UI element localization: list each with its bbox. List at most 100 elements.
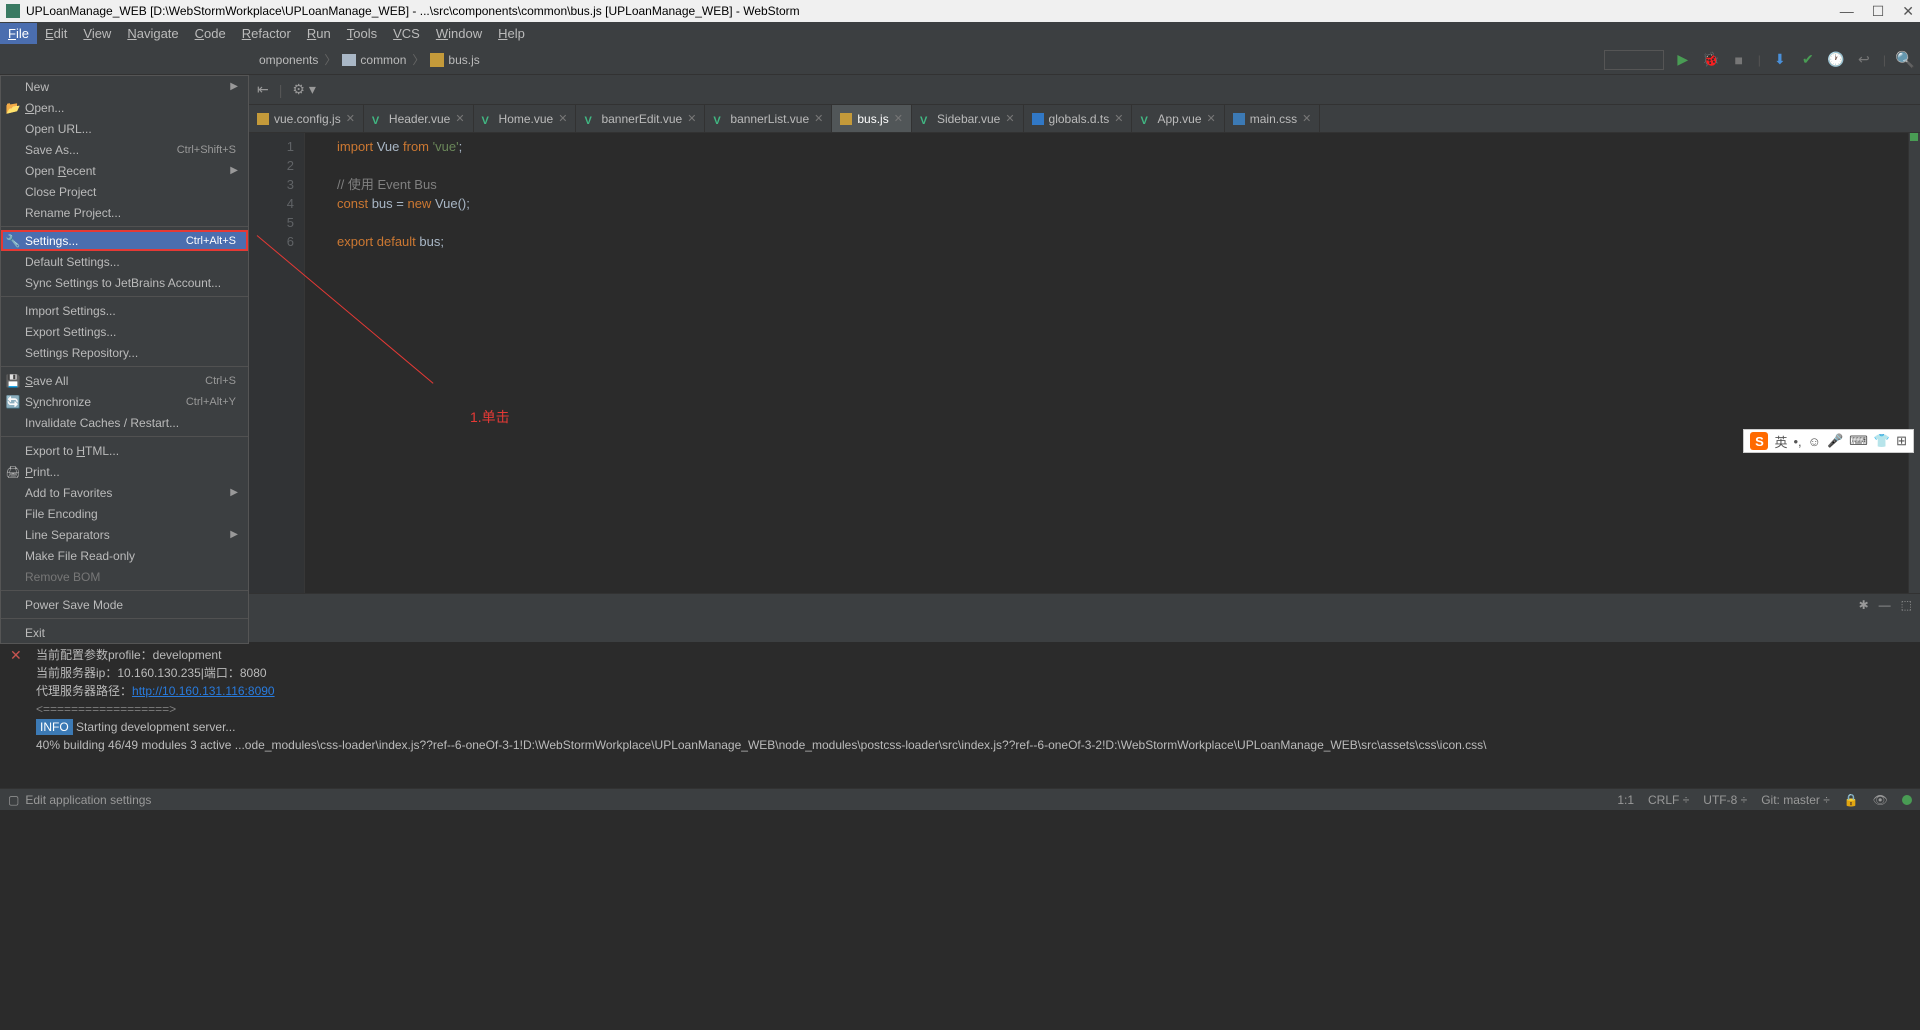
file-menu-item[interactable]: Import Settings... bbox=[1, 300, 248, 321]
vue-file-icon bbox=[713, 113, 725, 125]
tab-close-icon[interactable]: ✕ bbox=[1005, 112, 1014, 125]
inspections-icon[interactable]: 👁 bbox=[1873, 793, 1888, 807]
menu-run[interactable]: Run bbox=[299, 23, 339, 44]
caret-position[interactable]: 1:1 bbox=[1617, 793, 1634, 807]
gear-icon[interactable]: ⚙ ▾ bbox=[292, 81, 315, 98]
file-menu-item[interactable]: Add to Favorites▶ bbox=[1, 482, 248, 503]
file-menu-item[interactable]: Save As...Ctrl+Shift+S bbox=[1, 139, 248, 160]
breadcrumb-item[interactable]: common bbox=[338, 53, 410, 67]
file-menu-item[interactable]: 🔧Settings...Ctrl+Alt+S bbox=[1, 230, 248, 251]
menu-view[interactable]: View bbox=[75, 23, 119, 44]
vcs-revert-icon[interactable]: ↩ bbox=[1855, 51, 1873, 69]
close-button[interactable]: ✕ bbox=[1902, 3, 1914, 20]
menu-navigate[interactable]: Navigate bbox=[119, 23, 186, 44]
vcs-commit-icon[interactable]: ✔ bbox=[1799, 51, 1817, 69]
file-menu-item[interactable]: Sync Settings to JetBrains Account... bbox=[1, 272, 248, 293]
ime-skin-icon[interactable]: 👕 bbox=[1874, 433, 1890, 449]
editor-tab[interactable]: globals.d.ts✕ bbox=[1024, 105, 1133, 132]
run-config-dropdown[interactable] bbox=[1604, 50, 1664, 70]
editor-tab[interactable]: vue.config.js✕ bbox=[249, 105, 364, 132]
proxy-url-link[interactable]: http://10.160.131.116:8090 bbox=[132, 684, 275, 698]
file-menu-item[interactable]: Exit bbox=[1, 622, 248, 643]
minimize-button[interactable]: — bbox=[1840, 3, 1854, 20]
file-menu-item[interactable]: Open URL... bbox=[1, 118, 248, 139]
file-menu-item[interactable]: Close Project bbox=[1, 181, 248, 202]
line-separator[interactable]: CRLF ÷ bbox=[1648, 793, 1689, 807]
editor-tab[interactable]: bannerList.vue✕ bbox=[705, 105, 832, 132]
term-line: INFO Starting development server... bbox=[36, 718, 1912, 736]
breadcrumb-item[interactable]: omponents bbox=[255, 53, 322, 67]
tab-close-icon[interactable]: ✕ bbox=[1114, 112, 1123, 125]
menu-item-icon: 🖨 bbox=[5, 465, 21, 479]
lock-icon[interactable]: 🔒 bbox=[1844, 793, 1859, 807]
terminal-stop-icon[interactable]: ✕ bbox=[10, 646, 22, 664]
file-menu-item[interactable]: File Encoding bbox=[1, 503, 248, 524]
file-menu-item[interactable]: Export to HTML... bbox=[1, 440, 248, 461]
menu-file[interactable]: File bbox=[0, 23, 37, 44]
editor-tab[interactable]: main.css✕ bbox=[1225, 105, 1321, 132]
code-area[interactable]: import Vue from 'vue'; // 使用 Event Busco… bbox=[305, 133, 1908, 593]
file-menu-item[interactable]: Rename Project... bbox=[1, 202, 248, 223]
file-menu-item[interactable]: Make File Read-only bbox=[1, 545, 248, 566]
collapse-icon[interactable]: ⇤ bbox=[257, 81, 269, 98]
search-icon[interactable]: 🔍 bbox=[1896, 51, 1914, 69]
menu-help[interactable]: Help bbox=[490, 23, 533, 44]
terminal-output[interactable]: ✕ 当前配置参数profile：development 当前服务器ip：10.1… bbox=[0, 642, 1920, 788]
editor-tab[interactable]: Home.vue✕ bbox=[474, 105, 577, 132]
vcs-update-icon[interactable]: ⬇ bbox=[1771, 51, 1789, 69]
editor-tab[interactable]: Sidebar.vue✕ bbox=[912, 105, 1024, 132]
status-indicator bbox=[1902, 795, 1912, 805]
tab-close-icon[interactable]: ✕ bbox=[455, 112, 464, 125]
tab-close-icon[interactable]: ✕ bbox=[558, 112, 567, 125]
file-menu-item[interactable]: 🖨Print... bbox=[1, 461, 248, 482]
stop-icon[interactable]: ■ bbox=[1730, 51, 1748, 69]
tab-close-icon[interactable]: ✕ bbox=[814, 112, 823, 125]
editor[interactable]: 123456 import Vue from 'vue'; // 使用 Even… bbox=[249, 133, 1920, 593]
toolwindow-toggle-icon[interactable]: ▢ bbox=[8, 793, 19, 807]
run-icon[interactable]: ▶ bbox=[1674, 51, 1692, 69]
file-encoding[interactable]: UTF-8 ÷ bbox=[1703, 793, 1747, 807]
file-menu-item[interactable]: Invalidate Caches / Restart... bbox=[1, 412, 248, 433]
ime-keyboard-icon[interactable]: ⌨ bbox=[1849, 433, 1868, 449]
editor-tab[interactable]: bannerEdit.vue ✕ bbox=[576, 105, 705, 132]
file-menu-item[interactable]: Default Settings... bbox=[1, 251, 248, 272]
debug-icon[interactable]: 🐞 bbox=[1702, 51, 1720, 69]
ime-toolbar[interactable]: S 英 •, ☺ 🎤 ⌨ 👕 ⊞ bbox=[1743, 429, 1914, 453]
tab-close-icon[interactable]: ✕ bbox=[894, 112, 903, 125]
menu-window[interactable]: Window bbox=[428, 23, 490, 44]
file-menu-item[interactable]: Power Save Mode bbox=[1, 594, 248, 615]
editor-tab[interactable]: Header.vue✕ bbox=[364, 105, 474, 132]
menu-code[interactable]: Code bbox=[187, 23, 234, 44]
tab-close-icon[interactable]: ✕ bbox=[346, 112, 355, 125]
breadcrumb-item[interactable]: bus.js bbox=[426, 53, 483, 67]
terminal-minimize-icon[interactable]: — bbox=[1879, 598, 1891, 612]
terminal-maximize-icon[interactable]: ⬚ bbox=[1901, 598, 1912, 612]
menu-refactor[interactable]: Refactor bbox=[234, 23, 299, 44]
ime-toolbox-icon[interactable]: ⊞ bbox=[1896, 433, 1907, 449]
menu-tools[interactable]: Tools bbox=[339, 23, 385, 44]
tab-close-icon[interactable]: ✕ bbox=[687, 112, 696, 125]
file-menu-item[interactable]: 📂Open... bbox=[1, 97, 248, 118]
maximize-button[interactable]: ☐ bbox=[1872, 3, 1885, 20]
file-menu-item[interactable]: Export Settings... bbox=[1, 321, 248, 342]
file-menu-item[interactable]: Open Recent▶ bbox=[1, 160, 248, 181]
file-menu-item[interactable]: Line Separators▶ bbox=[1, 524, 248, 545]
ime-lang[interactable]: 英 bbox=[1774, 432, 1787, 451]
ime-emoji-icon[interactable]: ☺ bbox=[1808, 434, 1821, 449]
tab-close-icon[interactable]: ✕ bbox=[1302, 112, 1311, 125]
menu-vcs[interactable]: VCS bbox=[385, 23, 428, 44]
git-branch[interactable]: Git: master ÷ bbox=[1761, 793, 1830, 807]
tab-close-icon[interactable]: ✕ bbox=[1207, 112, 1216, 125]
file-menu-item[interactable]: New▶ bbox=[1, 76, 248, 97]
tab-label: bannerEdit.vue bbox=[601, 112, 682, 126]
vcs-history-icon[interactable]: 🕐 bbox=[1827, 51, 1845, 69]
file-menu-item[interactable]: Settings Repository... bbox=[1, 342, 248, 363]
file-menu-item[interactable]: 🔄SynchronizeCtrl+Alt+Y bbox=[1, 391, 248, 412]
editor-tab[interactable]: bus.js✕ bbox=[832, 105, 912, 132]
ime-voice-icon[interactable]: 🎤 bbox=[1827, 433, 1843, 449]
file-menu-item[interactable]: 💾Save AllCtrl+S bbox=[1, 370, 248, 391]
editor-tab[interactable]: App.vue✕ bbox=[1132, 105, 1224, 132]
menu-edit[interactable]: Edit bbox=[37, 23, 75, 44]
terminal-settings-icon[interactable]: ✱ bbox=[1859, 598, 1869, 612]
ime-punct-icon[interactable]: •, bbox=[1794, 434, 1802, 449]
